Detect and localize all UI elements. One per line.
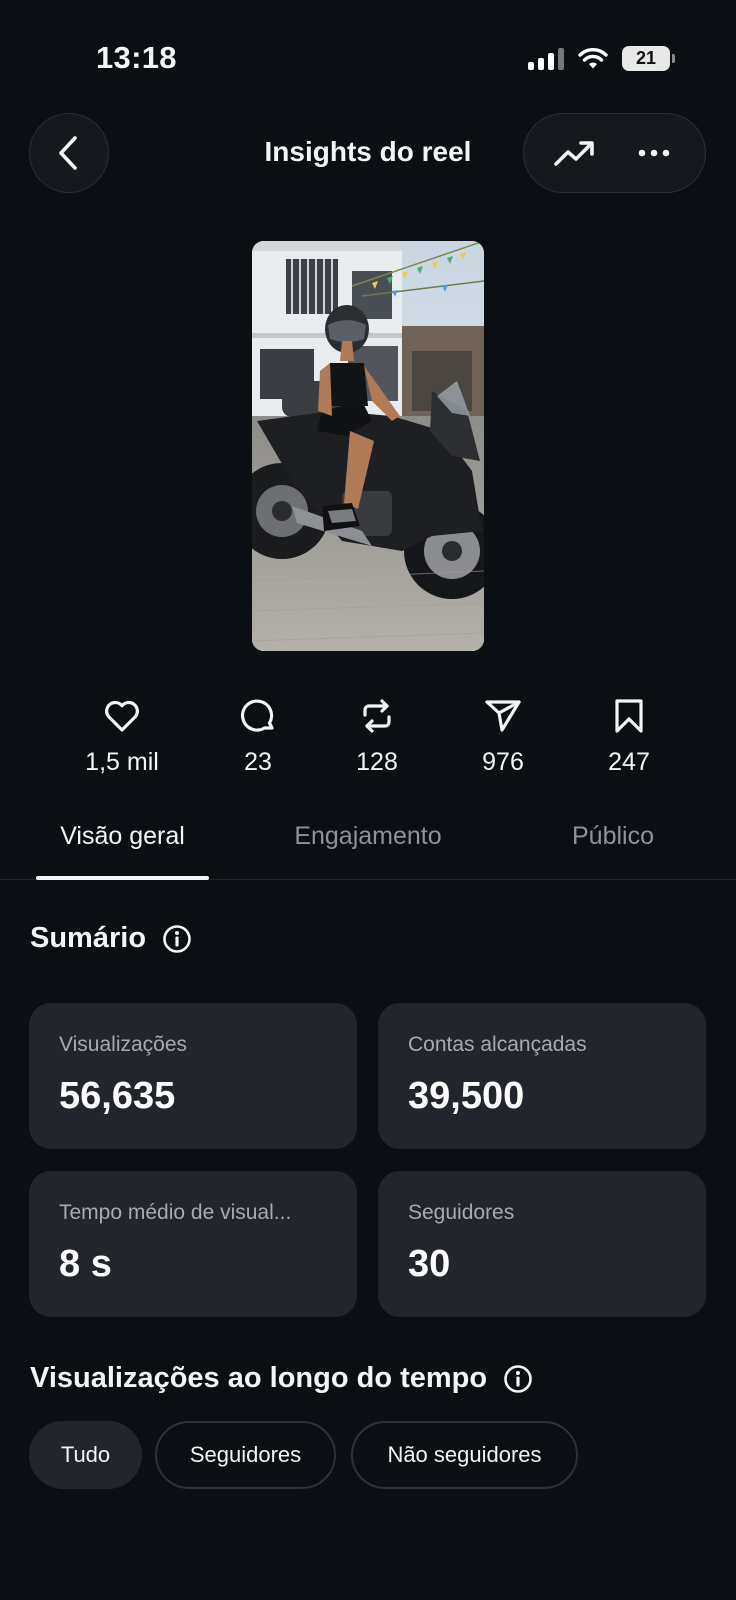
bookmark-icon bbox=[615, 699, 643, 733]
comments-count: 23 bbox=[244, 748, 272, 776]
summary-title: Sumário bbox=[30, 922, 147, 954]
status-bar: 13:18 21 bbox=[0, 0, 736, 110]
stat-reposts: 128 bbox=[307, 696, 447, 777]
more-horizontal-icon bbox=[638, 149, 670, 157]
status-time: 13:18 bbox=[96, 40, 177, 75]
saves-count: 247 bbox=[608, 748, 650, 776]
reposts-count: 128 bbox=[356, 748, 398, 776]
share-icon bbox=[485, 700, 521, 732]
heart-icon bbox=[105, 700, 139, 732]
metric-label: Tempo médio de visual... bbox=[59, 1201, 292, 1224]
metric-label: Seguidores bbox=[408, 1201, 515, 1224]
reel-thumbnail-image bbox=[252, 241, 484, 651]
back-button[interactable] bbox=[29, 113, 109, 193]
views-over-time-header: Visualizações ao longo do tempo bbox=[30, 1362, 533, 1395]
metric-value: 8 s bbox=[59, 1243, 112, 1285]
trending-up-icon bbox=[554, 141, 595, 166]
stat-saves: 247 bbox=[559, 696, 699, 777]
reel-insights-screen: 13:18 21 Insights do reel 1,5 mil 23 128… bbox=[0, 0, 736, 1600]
stat-likes: 1,5 mil bbox=[52, 696, 192, 777]
metric-value: 39,500 bbox=[408, 1075, 525, 1117]
comment-icon bbox=[240, 699, 274, 732]
filter-chip-followers[interactable]: Seguidores bbox=[155, 1421, 336, 1489]
filter-chip-non-followers[interactable]: Não seguidores bbox=[351, 1421, 578, 1489]
tab-audience[interactable]: Público bbox=[540, 822, 686, 851]
views-over-time-title: Visualizações ao longo do tempo bbox=[30, 1362, 488, 1394]
header-actions bbox=[523, 113, 706, 193]
stat-shares: 976 bbox=[433, 696, 573, 777]
summary-header: Sumário bbox=[30, 922, 192, 955]
more-options-button[interactable] bbox=[624, 123, 684, 183]
info-icon bbox=[504, 1364, 532, 1393]
shares-count: 976 bbox=[482, 748, 524, 776]
metric-card-average-watch-time[interactable]: Tempo médio de visual... 8 s bbox=[29, 1171, 357, 1317]
metric-card-followers[interactable]: Seguidores 30 bbox=[378, 1171, 706, 1317]
battery-indicator: 21 bbox=[622, 46, 675, 71]
wifi-icon bbox=[578, 47, 608, 68]
reel-thumbnail[interactable] bbox=[252, 241, 484, 651]
repost-icon bbox=[363, 699, 391, 733]
metric-card-accounts-reached[interactable]: Contas alcançadas 39,500 bbox=[378, 1003, 706, 1149]
info-icon bbox=[163, 924, 191, 953]
metric-value: 56,635 bbox=[59, 1075, 176, 1117]
filter-chip-all[interactable]: Tudo bbox=[29, 1421, 142, 1489]
tab-engagement[interactable]: Engajamento bbox=[270, 822, 466, 851]
cellular-signal-icon bbox=[528, 47, 564, 70]
page-title: Insights do reel bbox=[264, 136, 472, 167]
metric-label: Contas alcançadas bbox=[408, 1033, 587, 1056]
views-over-time-info-button[interactable] bbox=[503, 1364, 533, 1394]
insights-tabs: Visão geral Engajamento Público bbox=[0, 800, 736, 880]
tab-overview[interactable]: Visão geral bbox=[36, 822, 209, 851]
metric-label: Visualizações bbox=[59, 1033, 188, 1056]
status-icons: 21 bbox=[528, 46, 675, 71]
chevron-left-icon bbox=[59, 136, 77, 170]
interaction-stats: 1,5 mil 23 128 976 247 bbox=[0, 696, 736, 786]
likes-count: 1,5 mil bbox=[85, 748, 159, 776]
metric-value: 30 bbox=[408, 1243, 451, 1285]
trending-button[interactable] bbox=[545, 123, 605, 183]
active-tab-indicator bbox=[36, 876, 209, 880]
summary-info-button[interactable] bbox=[162, 924, 192, 954]
battery-level: 21 bbox=[635, 48, 657, 68]
metric-card-views[interactable]: Visualizações 56,635 bbox=[29, 1003, 357, 1149]
